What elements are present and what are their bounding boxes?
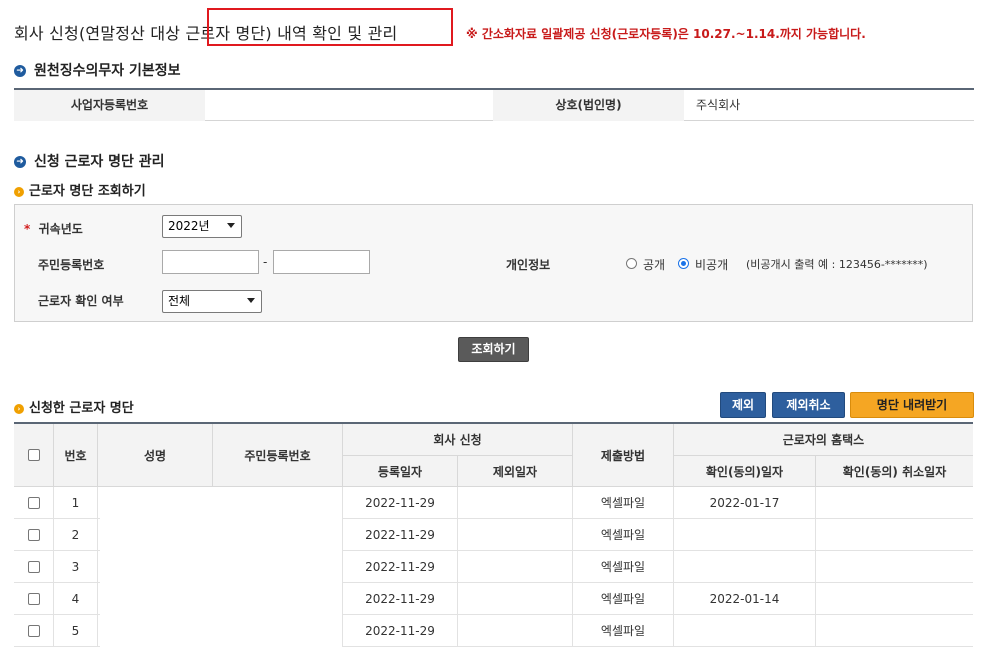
chevron-down-icon (227, 223, 235, 228)
header-confirm-cancel-date: 확인(동의) 취소일자 (816, 456, 973, 487)
row-confirm-cancel-date (816, 583, 973, 615)
company-label: 상호(법인명) (493, 90, 684, 121)
section-arrow-icon: ➜ (14, 65, 26, 77)
exclude-cancel-button[interactable]: 제외취소 (772, 392, 845, 418)
bullet-arrow-icon: › (14, 186, 24, 197)
row-checkbox[interactable] (27, 592, 40, 605)
row-reg-date: 2022-11-29 (343, 551, 458, 583)
row-checkbox-cell (14, 551, 54, 583)
notice-text: ※ 간소화자료 일괄제공 신청(근로자등록)은 10.27.~1.14.까지 가… (466, 27, 866, 41)
row-submit-method: 엑셀파일 (573, 615, 674, 647)
row-excl-date (458, 551, 573, 583)
resident-no-front-input[interactable] (162, 250, 259, 274)
row-reg-date: 2022-11-29 (343, 615, 458, 647)
row-confirm-date: 2022-01-17 (674, 487, 816, 519)
reg-no-value (205, 90, 503, 121)
row-confirm-cancel-date (816, 615, 973, 647)
privacy-private-label[interactable]: 비공개 (695, 256, 728, 273)
row-confirm-date: 2022-01-14 (674, 583, 816, 615)
row-confirm-cancel-date (816, 519, 973, 551)
privacy-label: 개인정보 (506, 258, 551, 272)
row-confirm-cancel-date (816, 487, 973, 519)
row-excl-date (458, 583, 573, 615)
row-submit-method: 엑셀파일 (573, 583, 674, 615)
privacy-public-label[interactable]: 공개 (643, 256, 665, 273)
header-no: 번호 (54, 424, 98, 487)
reg-no-label: 사업자등록번호 (14, 90, 205, 121)
header-reg-date: 등록일자 (343, 456, 458, 487)
row-excl-date (458, 487, 573, 519)
row-checkbox-cell (14, 519, 54, 551)
resident-no-separator: - (263, 255, 268, 269)
manage-section-title: ➜ 신청 근로자 명단 관리 (14, 151, 165, 171)
privacy-private-radio[interactable] (678, 258, 689, 269)
row-submit-method: 엑셀파일 (573, 487, 674, 519)
row-confirm-date (674, 519, 816, 551)
header-confirm-date: 확인(동의)일자 (674, 456, 816, 487)
row-checkbox-cell (14, 615, 54, 647)
confirm-label: 근로자 확인 여부 (38, 294, 124, 308)
row-excl-date (458, 519, 573, 551)
download-list-button[interactable]: 명단 내려받기 (850, 392, 974, 418)
header-excl-date: 제외일자 (458, 456, 573, 487)
row-checkbox[interactable] (27, 560, 40, 573)
basic-info-table: 사업자등록번호 상호(법인명) 주식회사 (14, 88, 974, 121)
title-highlight-box (207, 8, 453, 46)
row-no: 2 (54, 519, 98, 551)
search-subtitle: › 근로자 명단 조회하기 (14, 180, 146, 199)
resident-no-label: 주민등록번호 (38, 258, 105, 272)
row-reg-date: 2022-11-29 (343, 487, 458, 519)
row-checkbox[interactable] (27, 496, 40, 509)
company-value: 주식회사 (696, 98, 741, 112)
row-checkbox[interactable] (27, 624, 40, 637)
privacy-mask (100, 487, 342, 652)
header-hometax: 근로자의 홈택스 (674, 424, 973, 456)
search-button[interactable]: 조회하기 (458, 337, 529, 362)
list-title: › 신청한 근로자 명단 (14, 397, 134, 416)
required-mark: * (24, 222, 31, 236)
row-no: 1 (54, 487, 98, 519)
chevron-down-icon (247, 298, 255, 303)
row-reg-date: 2022-11-29 (343, 583, 458, 615)
row-submit-method: 엑셀파일 (573, 551, 674, 583)
privacy-hint: (비공개시 출력 예 : 123456-*******) (746, 258, 928, 271)
resident-no-back-input[interactable] (273, 250, 370, 274)
row-no: 3 (54, 551, 98, 583)
row-checkbox-cell (14, 583, 54, 615)
section-arrow-icon: ➜ (14, 156, 26, 168)
year-select[interactable]: 2022년 (162, 215, 242, 238)
row-no: 4 (54, 583, 98, 615)
header-submit-method: 제출방법 (573, 424, 674, 487)
confirm-select[interactable]: 전체 (162, 290, 262, 313)
exclude-button[interactable]: 제외 (720, 392, 766, 418)
worker-table: 번호 성명 주민등록번호 회사 신청 등록일자 제외일자 제출방법 근로자의 홈… (14, 422, 973, 652)
select-all-header (14, 424, 54, 487)
header-company-apply: 회사 신청 (343, 424, 573, 456)
row-checkbox-cell (14, 487, 54, 519)
basic-info-section-title: ➜ 원천징수의무자 기본정보 (14, 60, 181, 80)
row-confirm-date (674, 551, 816, 583)
privacy-public-radio[interactable] (626, 258, 637, 269)
row-reg-date: 2022-11-29 (343, 519, 458, 551)
row-no: 5 (54, 615, 98, 647)
year-label: * 귀속년도 (24, 222, 83, 236)
bullet-arrow-icon: › (14, 403, 24, 414)
header-resident-no: 주민등록번호 (213, 424, 343, 487)
row-confirm-date (674, 615, 816, 647)
row-excl-date (458, 615, 573, 647)
row-checkbox[interactable] (27, 528, 40, 541)
row-submit-method: 엑셀파일 (573, 519, 674, 551)
row-confirm-cancel-date (816, 551, 973, 583)
select-all-checkbox[interactable] (27, 449, 40, 461)
header-name: 성명 (98, 424, 213, 487)
